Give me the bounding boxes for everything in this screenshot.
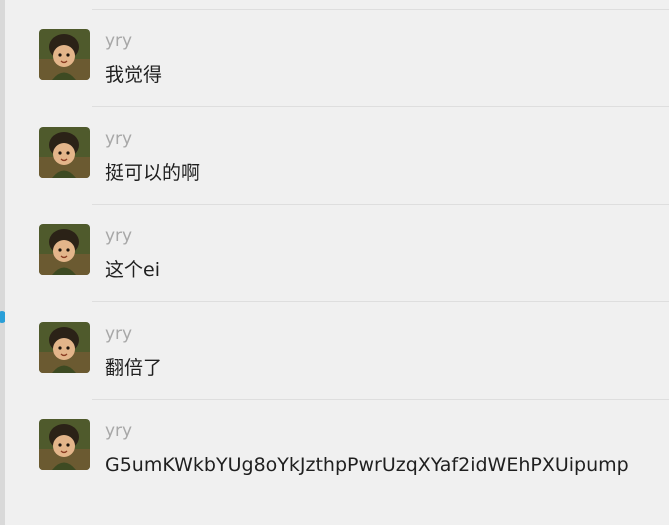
message-separator <box>92 9 669 10</box>
conversation-list-edge <box>0 0 5 525</box>
sender-name: yry <box>105 226 133 246</box>
sender-avatar[interactable] <box>39 127 90 178</box>
message-separator <box>92 106 669 107</box>
avatar-icon <box>39 322 90 373</box>
message-text: 这个ei <box>105 259 160 281</box>
avatar-icon <box>39 419 90 470</box>
message-item[interactable]: yry 翻倍了 <box>39 322 659 382</box>
sender-avatar[interactable] <box>39 224 90 275</box>
sender-name: yry <box>105 421 133 441</box>
sender-name: yry <box>105 324 133 344</box>
sender-avatar[interactable] <box>39 322 90 373</box>
sender-name: yry <box>105 129 133 149</box>
sender-name: yry <box>105 31 133 51</box>
sender-avatar[interactable] <box>39 419 90 470</box>
avatar-icon <box>39 224 90 275</box>
unread-indicator <box>0 311 5 323</box>
avatar-icon <box>39 29 90 80</box>
message-text: G5umKWkbYUg8oYkJzthpPwrUzqXYaf2idWEhPXUi… <box>105 454 629 476</box>
sender-avatar[interactable] <box>39 29 90 80</box>
message-item[interactable]: yry G5umKWkbYUg8oYkJzthpPwrUzqXYaf2idWEh… <box>39 419 659 511</box>
message-separator <box>92 301 669 302</box>
message-text: 翻倍了 <box>105 357 163 379</box>
message-text: 挺可以的啊 <box>105 162 201 184</box>
message-separator <box>92 399 669 400</box>
chat-window: yry 我觉得 yry 挺可以的啊 yry 这个ei yry 翻倍了 yry G… <box>0 0 669 525</box>
message-item[interactable]: yry 这个ei <box>39 224 659 284</box>
message-item[interactable]: yry 我觉得 <box>39 29 659 89</box>
message-separator <box>92 204 669 205</box>
avatar-icon <box>39 127 90 178</box>
message-item[interactable]: yry 挺可以的啊 <box>39 127 659 187</box>
message-text: 我觉得 <box>105 64 163 86</box>
